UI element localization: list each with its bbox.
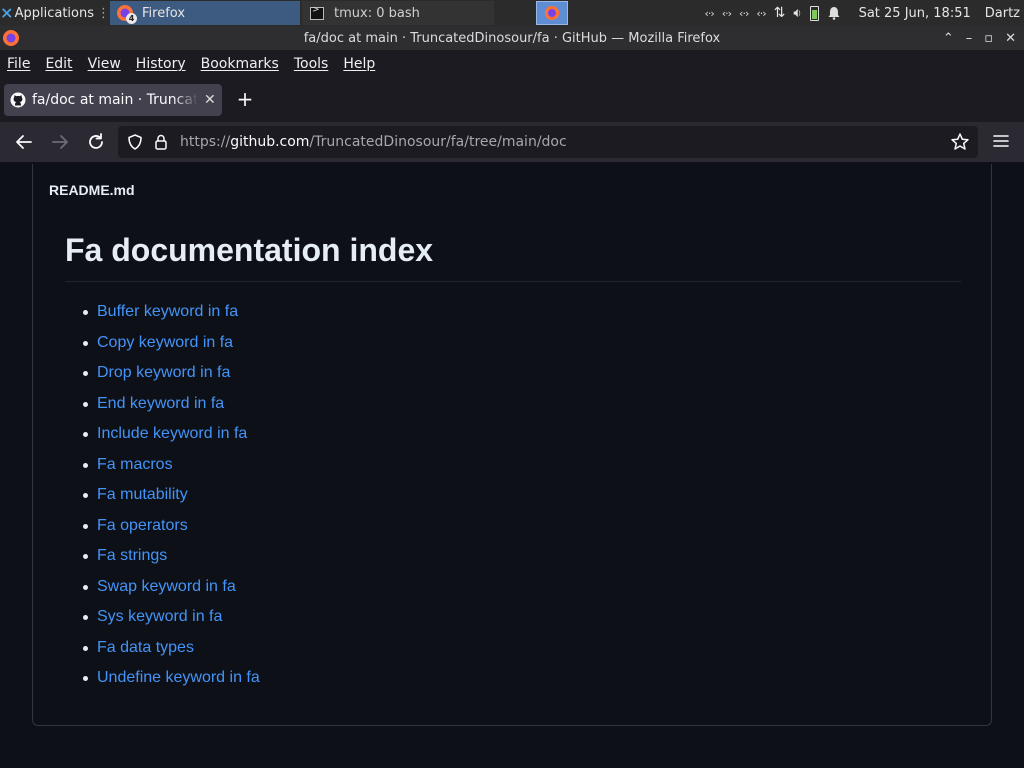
navigation-bar: https://github.com/TruncatedDinosour/fa/…: [0, 122, 1024, 162]
list-item: Swap keyword in fa: [81, 577, 260, 608]
bookmark-star-icon[interactable]: [950, 132, 970, 152]
firefox-icon: [3, 30, 19, 46]
url-path: /TruncatedDinosour/fa/tree/main/doc: [309, 134, 567, 150]
window-shade-icon[interactable]: ⌃: [943, 31, 954, 46]
menu-history[interactable]: History: [136, 56, 186, 72]
firefox-task-label: Firefox: [142, 5, 186, 21]
network-icon[interactable]: ‹·›: [704, 7, 714, 20]
taskbar-firefox-launcher[interactable]: [536, 1, 568, 25]
network-icon[interactable]: ‹·›: [739, 7, 749, 20]
window-count-badge: 4: [126, 13, 137, 24]
menu-view[interactable]: View: [88, 56, 121, 72]
tab-close-icon[interactable]: ✕: [204, 92, 216, 108]
doc-link[interactable]: Drop keyword in fa: [97, 364, 230, 381]
hamburger-menu-icon[interactable]: [992, 132, 1010, 150]
tab-bar: fa/doc at main · TruncatedDinosour/fa ✕ …: [0, 78, 1024, 122]
list-item: Undefine keyword in fa: [81, 668, 260, 699]
page-content: README.md Fa documentation index Buffer …: [0, 162, 1024, 768]
system-tray: ‹·› ‹·› ‹·› ‹·› ⇅ 🔉︎ Sat 25 Jun, 18:51 D…: [704, 0, 1024, 26]
user-name[interactable]: Dartz: [985, 6, 1020, 21]
system-taskbar: Applications ⋮ 4 Firefox tmux: 0 bash ‹·…: [0, 0, 1024, 26]
doc-link[interactable]: Fa mutability: [97, 486, 188, 503]
menu-help[interactable]: Help: [343, 56, 375, 72]
menu-file[interactable]: File: [7, 56, 30, 72]
tab-github-doc[interactable]: fa/doc at main · TruncatedDinosour/fa ✕: [4, 84, 222, 116]
list-item: End keyword in fa: [81, 394, 260, 425]
tracking-protection-shield-icon[interactable]: [126, 133, 144, 151]
menu-edit[interactable]: Edit: [45, 56, 72, 72]
doc-link[interactable]: Undefine keyword in fa: [97, 669, 260, 686]
list-item: Fa strings: [81, 546, 260, 577]
tab-title: fa/doc at main · TruncatedDinosour/fa: [32, 92, 198, 108]
firefox-icon: 4: [116, 4, 137, 24]
readme-title: Fa documentation index: [65, 232, 961, 282]
reload-icon: [89, 133, 103, 149]
doc-link[interactable]: Copy keyword in fa: [97, 334, 233, 351]
transfer-icon[interactable]: ⇅: [774, 5, 786, 21]
list-item: Drop keyword in fa: [81, 363, 260, 394]
readme-filename[interactable]: README.md: [49, 182, 135, 198]
terminal-task-label: tmux: 0 bash: [334, 5, 420, 21]
back-button[interactable]: [12, 130, 36, 154]
doc-link[interactable]: Swap keyword in fa: [97, 578, 236, 595]
doc-link-list: Buffer keyword in fa Copy keyword in fa …: [81, 302, 260, 699]
readme-container: README.md Fa documentation index Buffer …: [32, 164, 992, 726]
network-icon[interactable]: ‹·›: [722, 7, 732, 20]
firefox-icon: [544, 5, 560, 21]
network-icon[interactable]: ‹·›: [756, 7, 766, 20]
list-item: Fa data types: [81, 638, 260, 669]
applications-label: Applications: [14, 5, 94, 21]
doc-link[interactable]: Fa data types: [97, 639, 194, 656]
padlock-icon[interactable]: [152, 133, 170, 151]
menu-tools[interactable]: Tools: [294, 56, 329, 72]
url-bar[interactable]: https://github.com/TruncatedDinosour/fa/…: [118, 126, 978, 158]
window-maximize-icon[interactable]: ▫: [984, 31, 993, 46]
list-item: Fa mutability: [81, 485, 260, 516]
url-host: github.com: [230, 134, 310, 150]
volume-icon[interactable]: 🔉︎: [793, 6, 801, 21]
new-tab-button[interactable]: +: [234, 88, 256, 110]
battery-icon[interactable]: [809, 5, 819, 21]
list-item: Copy keyword in fa: [81, 333, 260, 364]
doc-link[interactable]: End keyword in fa: [97, 395, 224, 412]
url-scheme: https://: [180, 134, 231, 150]
taskbar-terminal-task[interactable]: tmux: 0 bash: [302, 1, 494, 25]
reload-button[interactable]: [84, 130, 108, 154]
list-item: Buffer keyword in fa: [81, 302, 260, 333]
applications-menu[interactable]: Applications ⋮: [0, 0, 110, 26]
terminal-icon: [310, 5, 324, 20]
url-text[interactable]: https://github.com/TruncatedDinosour/fa/…: [180, 134, 567, 150]
window-close-icon[interactable]: ✕: [1005, 31, 1016, 46]
xfce-logo-icon: [2, 8, 12, 18]
window-titlebar: fa/doc at main · TruncatedDinosour/fa · …: [0, 26, 1024, 50]
doc-link[interactable]: Fa operators: [97, 517, 188, 534]
github-icon: [10, 92, 26, 108]
list-item: Sys keyword in fa: [81, 607, 260, 638]
doc-link[interactable]: Sys keyword in fa: [97, 608, 222, 625]
clock[interactable]: Sat 25 Jun, 18:51: [859, 6, 971, 21]
menu-bar: File Edit View History Bookmarks Tools H…: [0, 50, 1024, 78]
list-item: Fa macros: [81, 455, 260, 486]
forward-button[interactable]: [48, 130, 72, 154]
doc-link[interactable]: Fa macros: [97, 456, 173, 473]
doc-link[interactable]: Include keyword in fa: [97, 425, 247, 442]
doc-link[interactable]: Fa strings: [97, 547, 167, 564]
notification-bell-icon[interactable]: [827, 6, 841, 20]
taskbar-firefox-task[interactable]: 4 Firefox: [110, 1, 300, 25]
doc-link[interactable]: Buffer keyword in fa: [97, 303, 238, 320]
forward-arrow-icon: [52, 135, 68, 149]
menu-bookmarks[interactable]: Bookmarks: [201, 56, 279, 72]
list-item: Include keyword in fa: [81, 424, 260, 455]
window-title: fa/doc at main · TruncatedDinosour/fa · …: [303, 30, 721, 46]
separator-icon: ⋮: [97, 5, 110, 21]
window-minimize-icon[interactable]: –: [966, 31, 973, 46]
list-item: Fa operators: [81, 516, 260, 547]
back-arrow-icon: [16, 135, 32, 149]
